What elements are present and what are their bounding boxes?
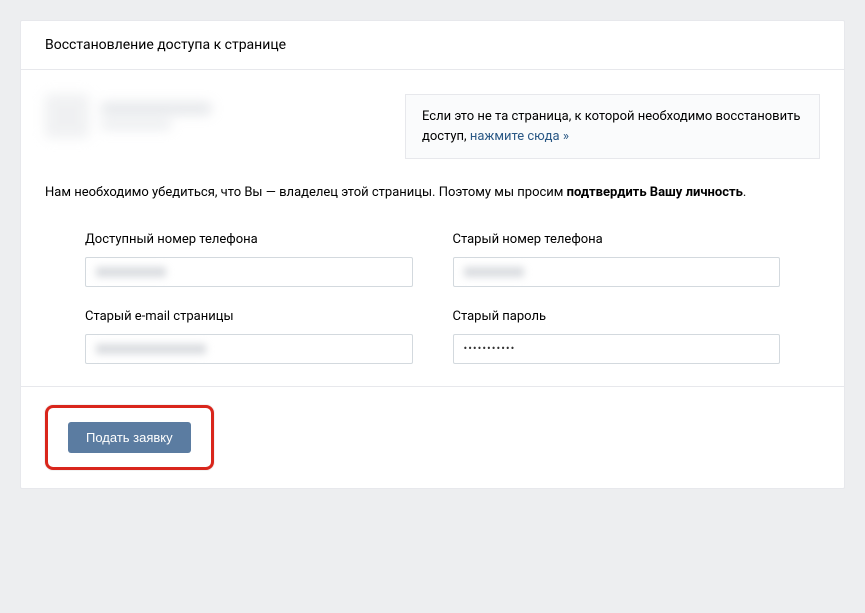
page-title: Восстановление доступа к странице [45,37,820,53]
available-phone-label: Доступный номер телефона [85,232,413,247]
submit-button[interactable]: Подать заявку [68,422,191,453]
card-body: Если это не та страница, к которой необх… [21,70,844,386]
old-password-field: Старый пароль ••••••••••• [453,309,781,364]
verification-description: Нам необходимо убедиться, что Вы — владе… [45,183,820,204]
old-email-label: Старый e-mail страницы [85,309,413,324]
card-footer: Подать заявку [21,386,844,488]
profile-name [101,103,211,129]
available-phone-field: Доступный номер телефона [85,232,413,287]
old-email-field: Старый e-mail страницы [85,309,413,364]
avatar-icon [45,94,89,138]
profile-row: Если это не та страница, к которой необх… [45,94,820,159]
restore-access-card: Восстановление доступа к странице Если э… [20,20,845,489]
card-header: Восстановление доступа к странице [21,21,844,70]
profile-preview [45,94,385,138]
wrong-page-notice: Если это не та страница, к которой необх… [405,94,820,159]
old-password-input[interactable]: ••••••••••• [453,334,781,364]
old-phone-input[interactable] [453,257,781,287]
old-phone-label: Старый номер телефона [453,232,781,247]
old-email-input[interactable] [85,334,413,364]
submit-highlight: Подать заявку [45,405,214,470]
form-grid: Доступный номер телефона Старый номер те… [45,232,820,374]
click-here-link[interactable]: нажмите сюда » [470,129,569,144]
old-password-label: Старый пароль [453,309,781,324]
available-phone-input[interactable] [85,257,413,287]
old-phone-field: Старый номер телефона [453,232,781,287]
